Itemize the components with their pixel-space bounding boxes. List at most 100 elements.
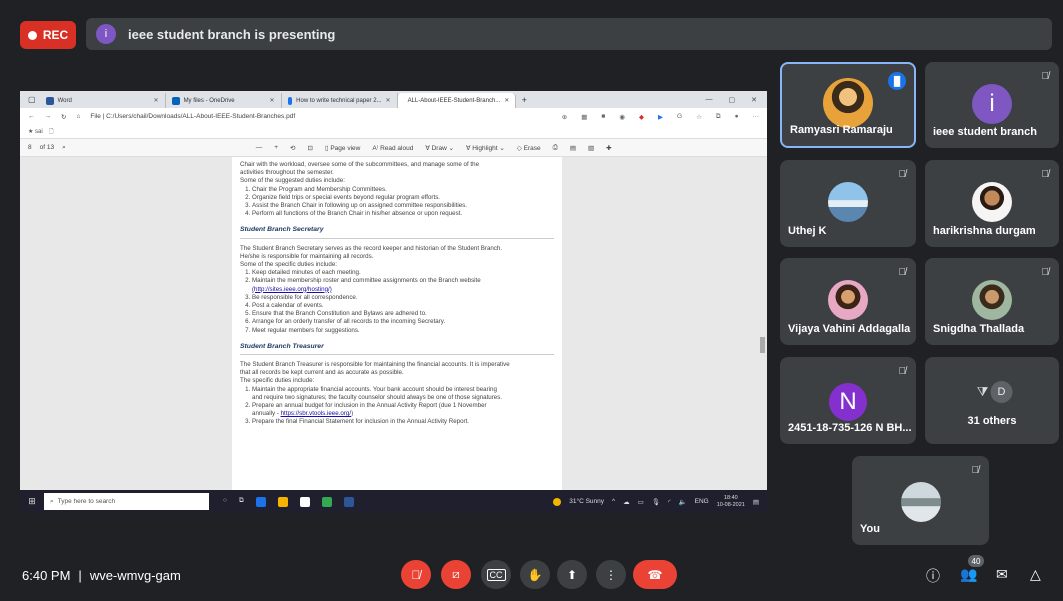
print-icon[interactable]: ⎙ [553, 144, 558, 152]
participant-tile-ieee[interactable]: i 🎙̸ ieee student branch [925, 62, 1059, 148]
secretary-link[interactable]: (http://sites.ieee.org/hosting/) [252, 286, 332, 293]
page-view-button[interactable]: ▯ Page view [325, 144, 360, 152]
participant-tile-snigdha[interactable]: 🎙̸ Snigdha Thallada [925, 258, 1059, 345]
zoom-icon[interactable]: ⊕ [562, 113, 567, 121]
save-icon[interactable]: ▤ [570, 144, 576, 152]
extension-icon[interactable]: G [677, 113, 682, 121]
extension-icon[interactable]: ◉ [619, 113, 625, 121]
rotate-icon[interactable]: ⟲ [290, 144, 295, 152]
volume-icon[interactable]: 🔈 [679, 498, 687, 506]
mic-icon[interactable]: 🎙 [652, 498, 660, 506]
tray-chevron-icon[interactable]: ^ [612, 498, 615, 505]
close-window-icon[interactable]: ✕ [751, 96, 757, 104]
document-icon[interactable]: 🗋 [49, 127, 54, 137]
raise-hand-button[interactable]: ✋ [520, 560, 550, 589]
taskbar-search[interactable]: ⌕ Type here to search [44, 493, 209, 510]
zoom-in-icon[interactable]: + [274, 144, 278, 152]
cortana-icon[interactable]: ○ [223, 497, 227, 507]
pdf-scrollbar[interactable] [760, 337, 765, 353]
people-icon[interactable]: 👥 [960, 566, 977, 583]
meeting-details[interactable]: 6:40 PM | wve-wmvg-gam [22, 568, 181, 583]
fit-page-icon[interactable]: ⊡ [307, 144, 312, 152]
favorites-icon[interactable]: ☆ [696, 113, 702, 121]
participant-tile-you[interactable]: 🎙̸ You [852, 456, 989, 545]
browser-tab-word[interactable]: Word ✕ [40, 93, 166, 108]
language-indicator[interactable]: ENG [695, 498, 709, 505]
extension-icon[interactable]: ◆ [639, 113, 644, 121]
hang-up-icon: ☎ [647, 567, 663, 582]
close-tab-icon[interactable]: ✕ [386, 97, 391, 104]
minimize-icon[interactable]: — [706, 96, 713, 104]
store-icon[interactable] [299, 496, 310, 507]
browser-tab-howto[interactable]: How to write technical paper 2... ✕ [282, 93, 398, 108]
close-tab-icon[interactable]: ✕ [154, 97, 159, 104]
close-tab-icon[interactable]: ✕ [504, 97, 509, 104]
presenting-banner: i ieee student branch is presenting [86, 18, 1052, 50]
meeting-info-icon[interactable]: ⓘ [926, 566, 940, 586]
mic-off-icon: 🎙̸ [1041, 169, 1050, 180]
refresh-icon[interactable]: ↻ [61, 113, 66, 121]
page-number-input[interactable]: 8 [28, 144, 32, 152]
weather-icon [553, 497, 562, 506]
captions-button[interactable]: CC [481, 560, 511, 589]
favorite-item[interactable]: ★ sai [28, 128, 43, 135]
erase-button[interactable]: ◇ Erase [517, 144, 541, 152]
file-explorer-icon[interactable] [277, 496, 288, 507]
read-aloud-button[interactable]: A⁾ Read aloud [372, 144, 413, 152]
browser-tab-pdf[interactable]: ALL-About-IEEE-Student-Branch... ✕ [397, 93, 516, 108]
edge-icon[interactable] [255, 496, 266, 507]
back-icon[interactable]: ← [28, 113, 35, 120]
windows-start-icon[interactable]: ⊞ [20, 496, 44, 507]
close-tab-icon[interactable]: ✕ [270, 97, 275, 104]
pdf-viewer[interactable]: Chair with the workload, oversee some of… [20, 157, 767, 490]
maximize-icon[interactable]: ▢ [729, 96, 736, 104]
draw-button[interactable]: ∀ Draw ⌄ [425, 144, 454, 152]
task-view-icon[interactable]: ⧉ [239, 497, 244, 507]
leave-call-button[interactable]: ☎ [633, 560, 677, 589]
treasurer-line: The specific duties include: [240, 377, 315, 385]
browser-tab-strip: ▢ Word ✕ My files - OneDrive ✕ How to wr… [20, 91, 767, 108]
highlight-button[interactable]: ∀ Highlight ⌄ [466, 144, 505, 152]
search-icon[interactable]: ⌕ [62, 144, 66, 152]
home-icon[interactable]: ⌂ [76, 113, 80, 120]
participant-tile-vijaya[interactable]: 🎙̸ Vijaya Vahini Addagalla [780, 258, 916, 345]
weather-text[interactable]: 31°C Sunny [569, 498, 604, 505]
forward-icon[interactable]: → [45, 113, 52, 120]
taskbar-clock[interactable]: 18:40 10-08-2021 [717, 495, 745, 509]
save-as-icon[interactable]: ▧ [588, 144, 594, 152]
intro-list: Chair the Program and Membership Committ… [240, 186, 554, 219]
word-icon[interactable] [343, 496, 354, 507]
more-icon[interactable]: ··· [753, 113, 760, 121]
participant-tile-harikrishna[interactable]: 🎙̸ harikrishna durgam [925, 160, 1059, 247]
participant-tile-others[interactable]: ⧩ D 31 others [925, 357, 1059, 444]
page-total: of 13 [39, 143, 55, 151]
participant-tile-uthej[interactable]: 🎙̸ Uthej K [780, 160, 916, 247]
camera-toggle-button[interactable]: ⧄ [441, 560, 471, 589]
cloud-icon[interactable]: ☁ [623, 498, 630, 506]
more-options-button[interactable]: ⋮ [596, 560, 626, 589]
participant-tile-ramyasri[interactable]: ▐▌ Ramyasri Ramaraju [780, 62, 916, 148]
chat-icon[interactable]: ✉ [996, 566, 1008, 583]
extension-icon[interactable]: ■ [601, 113, 605, 121]
wifi-icon[interactable]: ◜ [668, 498, 671, 506]
play-icon[interactable]: ▶ [658, 113, 663, 121]
profile-icon[interactable]: ● [735, 113, 739, 121]
url-field[interactable]: File | C:/Users/chail/Downloads/ALL-Abou… [90, 113, 295, 120]
mic-toggle-button[interactable]: 🎙̸ [401, 560, 431, 589]
zoom-out-icon[interactable]: — [256, 144, 263, 152]
new-tab-button[interactable]: + [516, 95, 533, 105]
browser-tab-onedrive[interactable]: My files - OneDrive ✕ [166, 93, 282, 108]
participant-tile-nbh[interactable]: N 🎙̸ 2451-18-735-126 N BH... [780, 357, 916, 444]
tab-actions-icon[interactable]: ▢ [24, 95, 40, 104]
activities-icon[interactable]: △ [1030, 566, 1041, 583]
list-item: Ensure that the Branch Constitution and … [252, 310, 554, 318]
mic-off-icon: 🎙̸ [411, 567, 421, 582]
extension-icon[interactable]: ▦ [581, 113, 587, 121]
chrome-icon[interactable] [321, 496, 332, 507]
vtools-link[interactable]: https://sbr.vtools.ieee.org/ [281, 410, 352, 417]
collections-icon[interactable]: ⧉ [716, 113, 721, 121]
present-button[interactable]: ⬆ [557, 560, 587, 589]
battery-icon[interactable]: ▭ [638, 498, 644, 506]
pin-icon[interactable]: ✚ [606, 144, 611, 152]
notifications-icon[interactable]: ▤ [753, 498, 759, 506]
